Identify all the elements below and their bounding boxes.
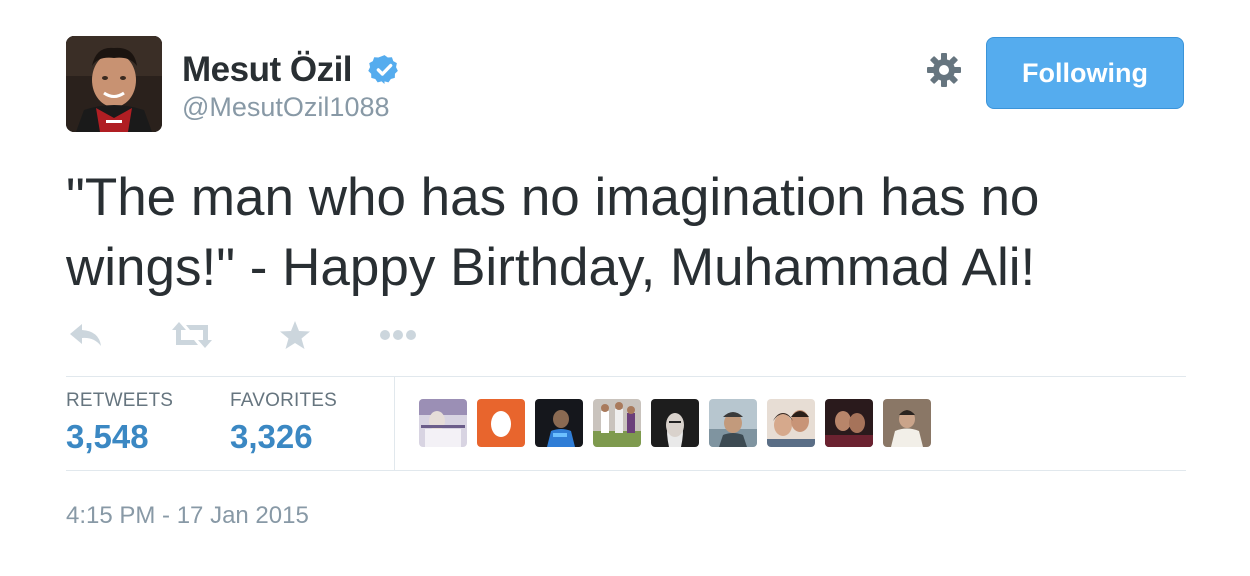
favorites-stat[interactable]: FAVORITES 3,326: [230, 390, 337, 456]
retweets-label: RETWEETS: [66, 390, 174, 411]
author-handle[interactable]: @MesutOzil1088: [182, 92, 390, 123]
verified-badge-icon: [368, 55, 398, 84]
stats-separator: [394, 377, 395, 470]
favoriter-avatar[interactable]: [419, 399, 467, 447]
star-icon: [280, 321, 310, 349]
favoriter-avatar[interactable]: [477, 399, 525, 447]
favoriter-avatar[interactable]: [535, 399, 583, 447]
tweet-text-line-2: wings!" - Happy Birthday, Muhammad Ali!: [66, 238, 1036, 297]
favoriter-avatar[interactable]: [883, 399, 931, 447]
stats-divider-bottom: [66, 470, 1186, 471]
favorites-label: FAVORITES: [230, 390, 338, 411]
stats-divider-top: [66, 376, 1186, 377]
retweet-icon: [172, 322, 212, 348]
retweets-stat[interactable]: RETWEETS 3,548: [66, 390, 173, 456]
more-button[interactable]: [376, 315, 420, 355]
retweet-button[interactable]: [170, 315, 214, 355]
author-name[interactable]: Mesut Özil: [182, 50, 353, 90]
tweet-timestamp[interactable]: 4:15 PM - 17 Jan 2015: [66, 502, 309, 530]
favoriter-avatar[interactable]: [709, 399, 757, 447]
reply-icon: [70, 324, 101, 346]
author-avatar[interactable]: [66, 36, 162, 132]
tweet-text-line-1: "The man who has no imagination has no: [66, 168, 1040, 227]
favorite-button[interactable]: [278, 315, 312, 355]
gear-icon[interactable]: [924, 50, 964, 90]
favoriter-avatar[interactable]: [767, 399, 815, 447]
favoriter-avatar[interactable]: [825, 399, 873, 447]
reply-button[interactable]: [66, 315, 106, 355]
tweet-text: "The man who has no imagination has no w…: [66, 163, 1196, 303]
favorites-count: 3,326: [230, 418, 313, 455]
favoriter-avatar[interactable]: [651, 399, 699, 447]
more-dots-icon: [380, 330, 416, 340]
following-button[interactable]: Following: [986, 37, 1184, 109]
favoriter-avatar[interactable]: [593, 399, 641, 447]
retweets-count: 3,548: [66, 418, 149, 455]
